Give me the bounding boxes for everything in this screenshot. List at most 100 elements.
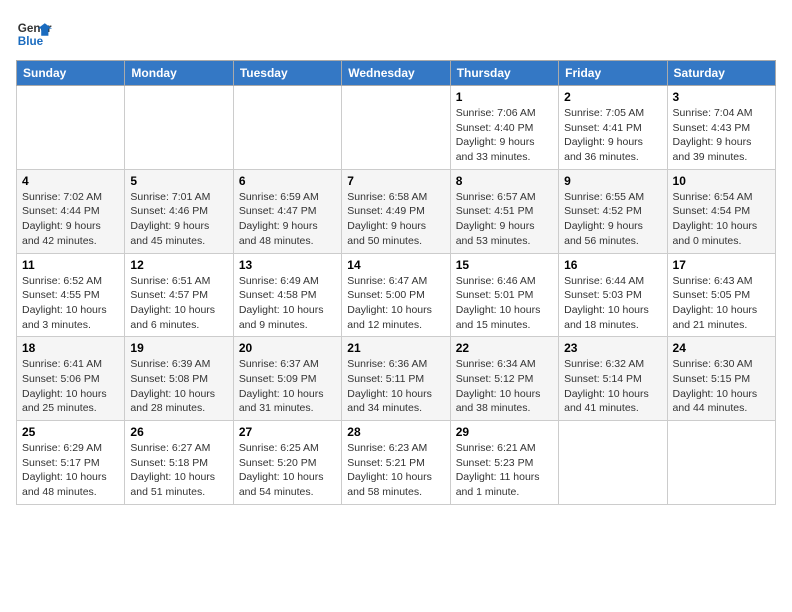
day-number: 23 (564, 341, 661, 355)
day-info: Sunrise: 6:47 AMSunset: 5:00 PMDaylight:… (347, 274, 444, 333)
weekday-header-tuesday: Tuesday (233, 61, 341, 86)
day-info: Sunrise: 6:57 AMSunset: 4:51 PMDaylight:… (456, 190, 553, 249)
weekday-header-sunday: Sunday (17, 61, 125, 86)
page-header: General Blue (16, 16, 776, 52)
day-info: Sunrise: 6:21 AMSunset: 5:23 PMDaylight:… (456, 441, 553, 500)
day-cell-15: 15 Sunrise: 6:46 AMSunset: 5:01 PMDayligh… (450, 253, 558, 337)
day-cell-29: 29 Sunrise: 6:21 AMSunset: 5:23 PMDayligh… (450, 421, 558, 505)
day-cell-16: 16 Sunrise: 6:44 AMSunset: 5:03 PMDayligh… (559, 253, 667, 337)
empty-cell (125, 86, 233, 170)
day-cell-11: 11 Sunrise: 6:52 AMSunset: 4:55 PMDayligh… (17, 253, 125, 337)
day-info: Sunrise: 6:52 AMSunset: 4:55 PMDaylight:… (22, 274, 119, 333)
day-number: 25 (22, 425, 119, 439)
empty-cell (17, 86, 125, 170)
day-info: Sunrise: 6:49 AMSunset: 4:58 PMDaylight:… (239, 274, 336, 333)
day-number: 6 (239, 174, 336, 188)
day-info: Sunrise: 6:32 AMSunset: 5:14 PMDaylight:… (564, 357, 661, 416)
day-number: 5 (130, 174, 227, 188)
day-cell-21: 21 Sunrise: 6:36 AMSunset: 5:11 PMDayligh… (342, 337, 450, 421)
day-info: Sunrise: 6:58 AMSunset: 4:49 PMDaylight:… (347, 190, 444, 249)
day-cell-3: 3 Sunrise: 7:04 AMSunset: 4:43 PMDaylight… (667, 86, 775, 170)
logo: General Blue (16, 16, 52, 52)
day-number: 16 (564, 258, 661, 272)
day-number: 13 (239, 258, 336, 272)
weekday-header-monday: Monday (125, 61, 233, 86)
day-cell-10: 10 Sunrise: 6:54 AMSunset: 4:54 PMDayligh… (667, 169, 775, 253)
day-number: 12 (130, 258, 227, 272)
week-row-4: 18Sunrise: 6:41 AMSunset: 5:06 PMDayligh… (17, 337, 776, 421)
day-cell-14: 14 Sunrise: 6:47 AMSunset: 5:00 PMDayligh… (342, 253, 450, 337)
day-info: Sunrise: 6:39 AMSunset: 5:08 PMDaylight:… (130, 357, 227, 416)
day-number: 20 (239, 341, 336, 355)
day-number: 27 (239, 425, 336, 439)
day-cell-20: 20 Sunrise: 6:37 AMSunset: 5:09 PMDayligh… (233, 337, 341, 421)
day-info: Sunrise: 6:54 AMSunset: 4:54 PMDaylight:… (673, 190, 770, 249)
day-info: Sunrise: 6:43 AMSunset: 5:05 PMDaylight:… (673, 274, 770, 333)
day-cell-27: 27 Sunrise: 6:25 AMSunset: 5:20 PMDayligh… (233, 421, 341, 505)
day-number: 4 (22, 174, 119, 188)
day-info: Sunrise: 6:59 AMSunset: 4:47 PMDaylight:… (239, 190, 336, 249)
empty-cell (342, 86, 450, 170)
logo-icon: General Blue (16, 16, 52, 52)
day-number: 18 (22, 341, 119, 355)
day-number: 26 (130, 425, 227, 439)
day-number: 22 (456, 341, 553, 355)
day-info: Sunrise: 6:36 AMSunset: 5:11 PMDaylight:… (347, 357, 444, 416)
day-info: Sunrise: 6:23 AMSunset: 5:21 PMDaylight:… (347, 441, 444, 500)
day-number: 14 (347, 258, 444, 272)
day-cell-25: 25 Sunrise: 6:29 AMSunset: 5:17 PMDayligh… (17, 421, 125, 505)
day-cell-24: 24 Sunrise: 6:30 AMSunset: 5:15 PMDayligh… (667, 337, 775, 421)
empty-cell (559, 421, 667, 505)
day-number: 11 (22, 258, 119, 272)
week-row-5: 25 Sunrise: 6:29 AMSunset: 5:17 PMDayligh… (17, 421, 776, 505)
day-number: 9 (564, 174, 661, 188)
weekday-header-row: SundayMondayTuesdayWednesdayThursdayFrid… (17, 61, 776, 86)
day-info: Sunrise: 6:29 AMSunset: 5:17 PMDaylight:… (22, 441, 119, 500)
day-cell-8: 8 Sunrise: 6:57 AMSunset: 4:51 PMDaylight… (450, 169, 558, 253)
day-number: 2 (564, 90, 661, 104)
day-info: Sunrise: 6:51 AMSunset: 4:57 PMDaylight:… (130, 274, 227, 333)
day-number: 10 (673, 174, 770, 188)
calendar-table: SundayMondayTuesdayWednesdayThursdayFrid… (16, 60, 776, 505)
day-cell-5: 5Sunrise: 7:01 AMSunset: 4:46 PMDaylight… (125, 169, 233, 253)
day-cell-26: 26Sunrise: 6:27 AMSunset: 5:18 PMDayligh… (125, 421, 233, 505)
day-cell-1: 1 Sunrise: 7:06 AMSunset: 4:40 PMDaylight… (450, 86, 558, 170)
week-row-2: 4 Sunrise: 7:02 AMSunset: 4:44 PMDaylight… (17, 169, 776, 253)
day-number: 21 (347, 341, 444, 355)
day-number: 29 (456, 425, 553, 439)
day-info: Sunrise: 6:30 AMSunset: 5:15 PMDaylight:… (673, 357, 770, 416)
day-number: 24 (673, 341, 770, 355)
empty-cell (667, 421, 775, 505)
day-info: Sunrise: 6:46 AMSunset: 5:01 PMDaylight:… (456, 274, 553, 333)
day-cell-13: 13 Sunrise: 6:49 AMSunset: 4:58 PMDayligh… (233, 253, 341, 337)
day-cell-18: 18Sunrise: 6:41 AMSunset: 5:06 PMDayligh… (17, 337, 125, 421)
day-cell-6: 6 Sunrise: 6:59 AMSunset: 4:47 PMDaylight… (233, 169, 341, 253)
day-cell-7: 7Sunrise: 6:58 AMSunset: 4:49 PMDaylight… (342, 169, 450, 253)
day-cell-2: 2 Sunrise: 7:05 AMSunset: 4:41 PMDaylight… (559, 86, 667, 170)
day-info: Sunrise: 6:44 AMSunset: 5:03 PMDaylight:… (564, 274, 661, 333)
day-cell-28: 28 Sunrise: 6:23 AMSunset: 5:21 PMDayligh… (342, 421, 450, 505)
weekday-header-friday: Friday (559, 61, 667, 86)
weekday-header-thursday: Thursday (450, 61, 558, 86)
day-cell-22: 22 Sunrise: 6:34 AMSunset: 5:12 PMDayligh… (450, 337, 558, 421)
day-cell-12: 12 Sunrise: 6:51 AMSunset: 4:57 PMDayligh… (125, 253, 233, 337)
day-number: 15 (456, 258, 553, 272)
day-number: 3 (673, 90, 770, 104)
day-number: 8 (456, 174, 553, 188)
day-info: Sunrise: 7:05 AMSunset: 4:41 PMDaylight:… (564, 106, 661, 165)
day-info: Sunrise: 6:34 AMSunset: 5:12 PMDaylight:… (456, 357, 553, 416)
day-cell-9: 9 Sunrise: 6:55 AMSunset: 4:52 PMDaylight… (559, 169, 667, 253)
day-number: 1 (456, 90, 553, 104)
day-info: Sunrise: 6:25 AMSunset: 5:20 PMDaylight:… (239, 441, 336, 500)
day-info: Sunrise: 7:04 AMSunset: 4:43 PMDaylight:… (673, 106, 770, 165)
day-cell-23: 23 Sunrise: 6:32 AMSunset: 5:14 PMDayligh… (559, 337, 667, 421)
week-row-1: 1 Sunrise: 7:06 AMSunset: 4:40 PMDaylight… (17, 86, 776, 170)
day-number: 17 (673, 258, 770, 272)
empty-cell (233, 86, 341, 170)
day-info: Sunrise: 7:02 AMSunset: 4:44 PMDaylight:… (22, 190, 119, 249)
day-info: Sunrise: 6:37 AMSunset: 5:09 PMDaylight:… (239, 357, 336, 416)
week-row-3: 11 Sunrise: 6:52 AMSunset: 4:55 PMDayligh… (17, 253, 776, 337)
day-info: Sunrise: 6:55 AMSunset: 4:52 PMDaylight:… (564, 190, 661, 249)
day-number: 28 (347, 425, 444, 439)
day-info: Sunrise: 7:06 AMSunset: 4:40 PMDaylight:… (456, 106, 553, 165)
